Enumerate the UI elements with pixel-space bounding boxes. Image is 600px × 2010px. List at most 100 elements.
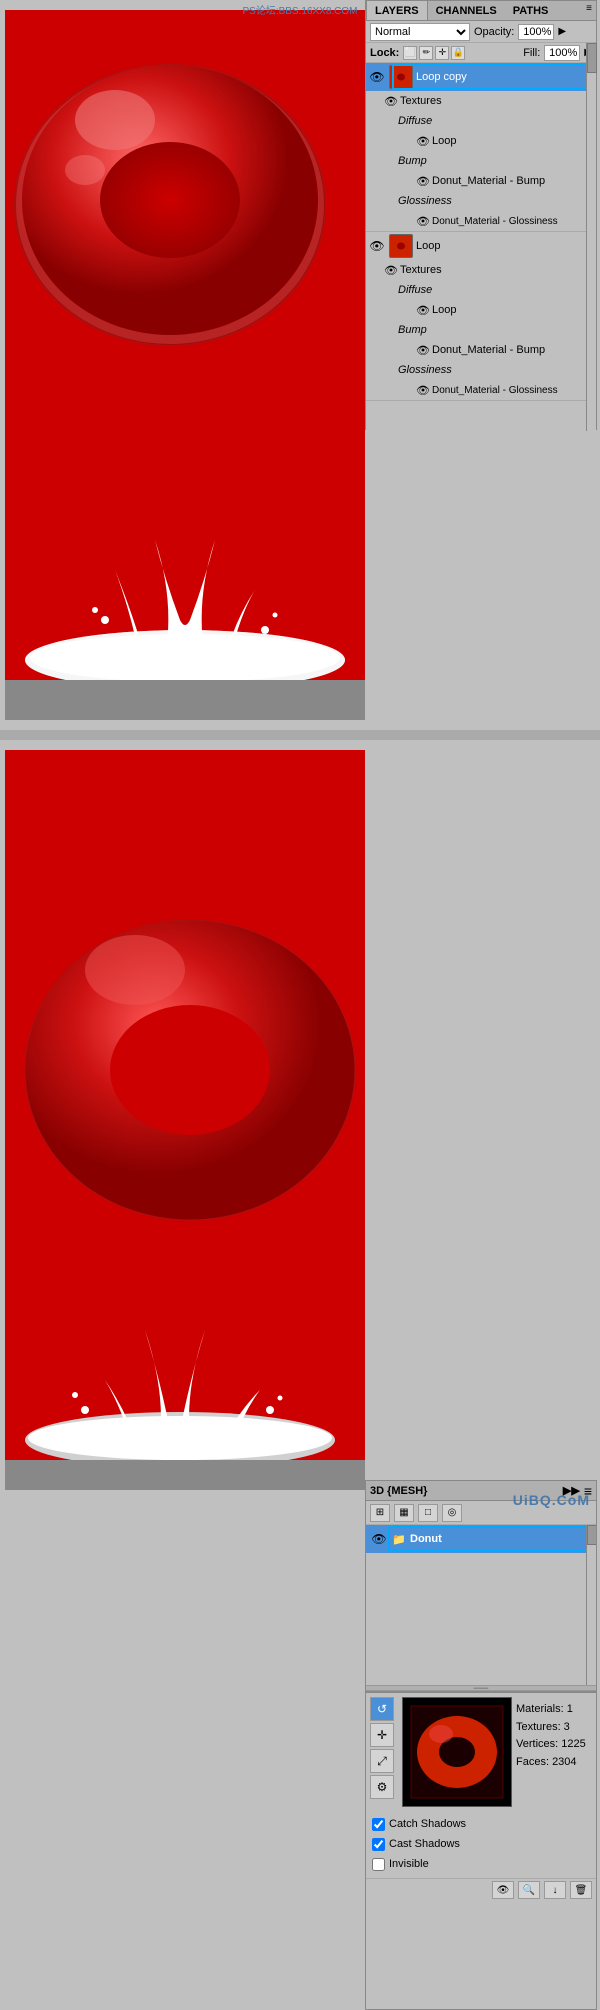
layers-list[interactable]: 👁 Loop copy 👁 Textures Diffuse 👁 [366, 63, 596, 438]
layer-group-loop-copy: 👁 Loop copy 👁 Textures Diffuse 👁 [366, 63, 596, 232]
catch-shadows-label: Catch Shadows [389, 1815, 466, 1835]
layer-name-loop: Loop [416, 240, 440, 252]
opacity-arrow[interactable]: ▶ [558, 26, 566, 37]
mesh-name-donut: Donut [410, 1533, 442, 1545]
catch-shadows-checkbox[interactable] [372, 1818, 385, 1831]
cast-shadows-checkbox[interactable] [372, 1838, 385, 1851]
layer-row-loop-2[interactable]: 👁 Loop [366, 300, 596, 320]
checkbox-catch-shadows: Catch Shadows [372, 1815, 590, 1835]
layer-eye-textures-1[interactable]: 👁 [382, 92, 400, 110]
layer-eye-loop-copy[interactable]: 👁 [368, 68, 386, 86]
layer-thumb-loop [389, 234, 413, 258]
layer-row-loop-copy[interactable]: 👁 Loop copy [366, 63, 596, 91]
canvas-image-top [5, 10, 365, 720]
layers-scrollbar[interactable] [586, 43, 596, 431]
layer-row-bump-2[interactable]: Bump [366, 320, 596, 340]
layer-row-textures-2[interactable]: 👁 Textures [366, 260, 596, 280]
invisible-label: Invisible [389, 1855, 429, 1875]
layer-row-donut-gloss-2[interactable]: 👁 Donut_Material - Glossiness [366, 380, 596, 400]
mesh-eye-donut[interactable]: 👁 [370, 1530, 388, 1548]
mesh-preview-svg [403, 1698, 511, 1806]
layer-row-donut-bump-2[interactable]: 👁 Donut_Material - Bump [366, 340, 596, 360]
layer-eye-loop[interactable]: 👁 [368, 237, 386, 255]
bottom-canvas-svg [5, 750, 365, 1490]
layer-thumb-loop-copy [389, 65, 413, 89]
mesh-textures: Textures: 3 [516, 1719, 592, 1737]
top-watermark: PS论坛:BBS.16XX8.COM [242, 2, 357, 17]
lock-label: Lock: [370, 47, 399, 59]
opacity-label: Opacity: [474, 26, 514, 38]
panel-menu-icon[interactable]: ≡ [586, 3, 592, 14]
layer-row-donut-bump-1[interactable]: 👁 Donut_Material - Bump [366, 171, 596, 191]
layer-row-glossiness-2[interactable]: Glossiness [366, 360, 596, 380]
mesh-tool-move[interactable]: ✛ [370, 1723, 394, 1747]
mesh-tool-scale[interactable]: ⤢ [370, 1749, 394, 1773]
checkbox-invisible: Invisible [372, 1855, 590, 1875]
mesh-bottom-btn-3[interactable]: ↓ [544, 1881, 566, 1899]
mode-row: Normal Opacity: ▶ [366, 21, 596, 43]
layer-eye-textures-2[interactable]: 👁 [382, 261, 400, 279]
layer-name-glossiness-2: Glossiness [398, 364, 452, 376]
layer-row-bump-1[interactable]: Bump [366, 151, 596, 171]
mesh-scrollbar-thumb[interactable] [587, 1525, 596, 1545]
mesh-bottom-icons: 👁 🔍 ↓ 🗑 [366, 1878, 596, 1901]
lock-all-icon[interactable]: 🔒 [451, 46, 465, 60]
bottom-section: 3D {MESH} ▶▶ ≡ ⊞ ▦ □ ◎ 👁 📁 Donut [0, 740, 600, 1502]
mesh-bottom-btn-1[interactable]: 👁 [492, 1881, 514, 1899]
mesh-list-scrollbar[interactable] [586, 1525, 596, 1685]
canvas-image-bottom [5, 750, 365, 1490]
layer-row-diffuse-2[interactable]: Diffuse [366, 280, 596, 300]
layer-eye-donut-gloss-1[interactable]: 👁 [414, 212, 432, 230]
layer-name-diffuse-2: Diffuse [398, 284, 432, 296]
mesh-bottom-btn-4[interactable]: 🗑 [570, 1881, 592, 1899]
layer-name-bump-1: Bump [398, 155, 427, 167]
layer-name-textures-1: Textures [400, 95, 442, 107]
layer-eye-loop-1[interactable]: 👁 [414, 132, 432, 150]
mesh-bottom-btn-2[interactable]: 🔍 [518, 1881, 540, 1899]
mesh-icon-3[interactable]: □ [418, 1504, 438, 1522]
mesh-materials: Materials: 1 [516, 1701, 592, 1719]
lock-image-icon[interactable]: ✏ [419, 46, 433, 60]
layer-name-donut-bump-2: Donut_Material - Bump [432, 344, 545, 356]
mesh-icon-2[interactable]: ▦ [394, 1504, 414, 1522]
tab-channels[interactable]: CHANNELS [428, 1, 505, 20]
donut-svg-top [5, 10, 365, 430]
opacity-input[interactable] [518, 24, 554, 40]
lock-position-icon[interactable]: ✛ [435, 46, 449, 60]
mesh-icon-4[interactable]: ◎ [442, 1504, 462, 1522]
tab-paths[interactable]: PATHS [505, 1, 557, 20]
mesh-preview-sidebar: ↺ ✛ ⤢ ⚙ [370, 1697, 398, 1807]
mesh-preview-section: ↺ ✛ ⤢ ⚙ Materials: 1 [366, 1691, 596, 1811]
mesh-checkboxes: Catch Shadows Cast Shadows Invisible [366, 1811, 596, 1878]
mesh-folder-icon: 📁 [390, 1530, 408, 1548]
layer-row-glossiness-1[interactable]: Glossiness [366, 191, 596, 211]
layer-row-diffuse-1[interactable]: Diffuse [366, 111, 596, 131]
fill-input[interactable] [544, 45, 580, 61]
layer-row-donut-gloss-1[interactable]: 👁 Donut_Material - Glossiness [366, 211, 596, 231]
layer-name-textures-2: Textures [400, 264, 442, 276]
mesh-row-donut[interactable]: 👁 📁 Donut [366, 1525, 596, 1553]
layer-name-donut-bump-1: Donut_Material - Bump [432, 175, 545, 187]
layer-name-donut-gloss-1: Donut_Material - Glossiness [432, 216, 558, 227]
layer-name-bump-2: Bump [398, 324, 427, 336]
blend-mode-select[interactable]: Normal [370, 23, 470, 41]
watermark: UiBQ.CoM [513, 1492, 590, 1508]
layer-eye-loop-2[interactable]: 👁 [414, 301, 432, 319]
invisible-checkbox[interactable] [372, 1858, 385, 1871]
scrollbar-thumb[interactable] [587, 43, 597, 73]
mesh-list[interactable]: 👁 📁 Donut [366, 1525, 596, 1685]
mesh-tool-settings[interactable]: ⚙ [370, 1775, 394, 1799]
layer-eye-donut-bump-1[interactable]: 👁 [414, 172, 432, 190]
mesh-preview-thumb [402, 1697, 512, 1807]
tab-layers[interactable]: LAYERS [366, 1, 428, 20]
layer-name-loop-1: Loop [432, 135, 456, 147]
layer-name-donut-gloss-2: Donut_Material - Glossiness [432, 385, 558, 396]
layer-eye-donut-gloss-2[interactable]: 👁 [414, 381, 432, 399]
mesh-tool-rotate[interactable]: ↺ [370, 1697, 394, 1721]
layer-row-loop[interactable]: 👁 Loop [366, 232, 596, 260]
layer-eye-donut-bump-2[interactable]: 👁 [414, 341, 432, 359]
layer-row-loop-1[interactable]: 👁 Loop [366, 131, 596, 151]
layer-row-textures-1[interactable]: 👁 Textures [366, 91, 596, 111]
mesh-icon-1[interactable]: ⊞ [370, 1504, 390, 1522]
lock-transparent-icon[interactable]: ⬜ [403, 46, 417, 60]
